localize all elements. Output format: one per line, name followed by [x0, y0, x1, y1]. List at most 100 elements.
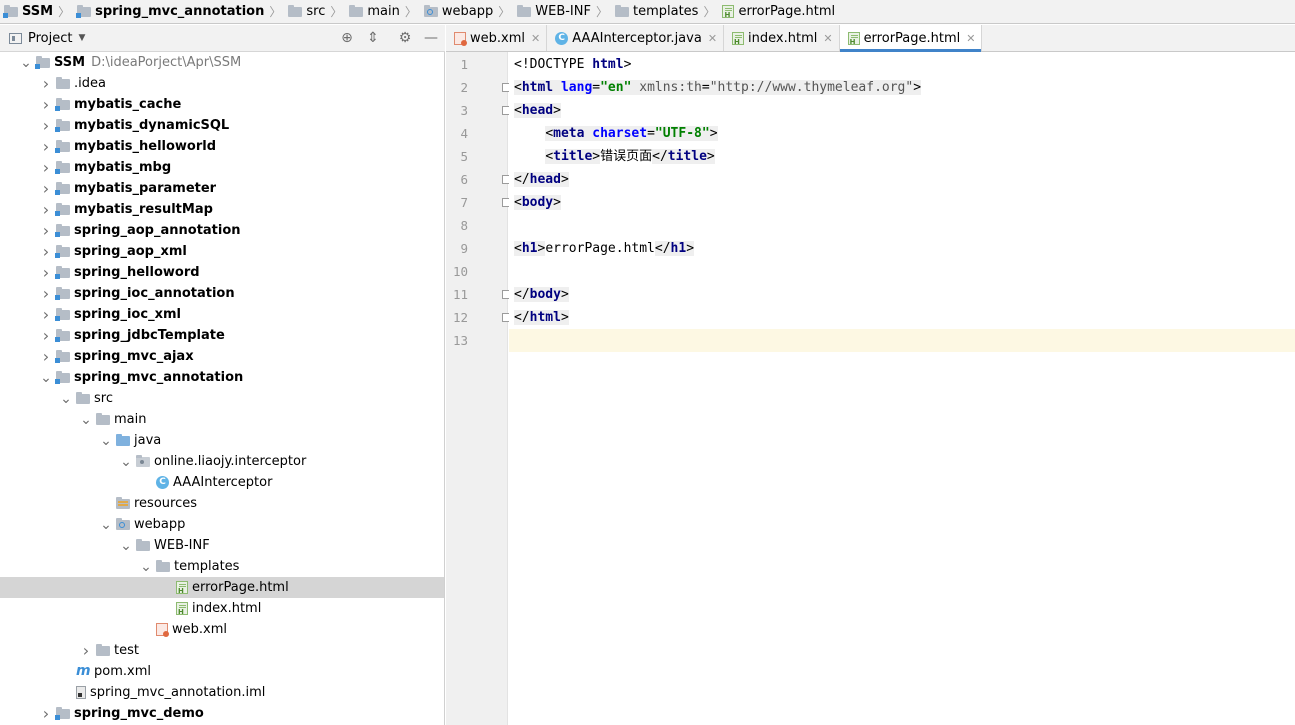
tree-item[interactable]: ⌄ java [0, 430, 444, 451]
minimize-icon[interactable]: — [422, 29, 440, 47]
chevron-right-icon[interactable]: › [38, 326, 54, 345]
project-panel-title[interactable]: Project [28, 31, 72, 46]
code-token: "http://www.thymeleaf.org" [709, 80, 914, 95]
tree-item[interactable]: › test [0, 640, 444, 661]
breadcrumb-item[interactable]: spring_mvc_annotation 〉 [73, 0, 284, 24]
breadcrumb-item[interactable]: templates 〉 [611, 0, 718, 24]
chevron-down-icon[interactable]: ⌄ [118, 455, 134, 469]
tree-item[interactable]: › mybatis_helloworld [0, 136, 444, 157]
chevron-right-icon[interactable]: › [78, 641, 94, 660]
breadcrumb-item[interactable]: main 〉 [345, 0, 420, 24]
breadcrumb-item[interactable]: SSM 〉 [0, 0, 73, 24]
chevron-down-icon[interactable]: ⌄ [58, 392, 74, 406]
tree-item[interactable]: ⌄ SSM D:\ideaPorject\Apr\SSM [0, 52, 444, 73]
chevron-down-icon[interactable]: ⌄ [78, 413, 94, 427]
tree-item[interactable]: ⌄ online.liaojy.interceptor [0, 451, 444, 472]
chevron-right-icon[interactable]: › [38, 284, 54, 303]
tree-item[interactable]: C AAAInterceptor [0, 472, 444, 493]
code-line[interactable]: <h1>errorPage.html</h1> [509, 237, 1295, 260]
tree-item[interactable]: HerrorPage.html [0, 577, 444, 598]
chevron-right-icon[interactable]: › [38, 200, 54, 219]
tree-item[interactable]: › mybatis_mbg [0, 157, 444, 178]
close-icon[interactable]: ✕ [708, 32, 717, 45]
tree-item[interactable]: › spring_helloword [0, 262, 444, 283]
code-line[interactable]: <title>错误页面</title> [509, 145, 1295, 168]
tree-item[interactable]: › spring_aop_annotation [0, 220, 444, 241]
code-line[interactable]: </head> [509, 168, 1295, 191]
chevron-right-icon[interactable]: › [38, 263, 54, 282]
code-token: </ [514, 310, 530, 325]
tree-item[interactable]: › .idea [0, 73, 444, 94]
tree-item[interactable]: › spring_ioc_annotation [0, 283, 444, 304]
code-token: h1 [670, 241, 687, 256]
chevron-down-icon[interactable]: ⌄ [98, 518, 114, 532]
chevron-down-icon[interactable]: ⌄ [38, 371, 54, 385]
chevron-right-icon[interactable]: › [38, 347, 54, 366]
code-line[interactable] [509, 214, 1295, 237]
editor-tab[interactable]: web.xml ✕ [446, 25, 548, 51]
tree-item[interactable]: resources [0, 493, 444, 514]
gear-icon[interactable]: ⚙ [396, 29, 414, 47]
editor-tab[interactable]: C AAAInterceptor.java ✕ [547, 25, 725, 51]
code-token: "en" [600, 80, 632, 95]
breadcrumb-item[interactable]: WEB-INF 〉 [513, 0, 611, 24]
tree-item[interactable]: › spring_mvc_ajax [0, 346, 444, 367]
line-number: 1 [460, 57, 468, 72]
breadcrumb-item[interactable]: HerrorPage.html [718, 0, 835, 24]
code-line[interactable]: <html lang="en" xmlns:th="http://www.thy… [509, 76, 1295, 99]
code-token: </ [514, 287, 530, 302]
close-icon[interactable]: ✕ [531, 32, 540, 45]
tree-item[interactable]: ⌄ templates [0, 556, 444, 577]
tree-item[interactable]: › spring_mvc_demo [0, 703, 444, 724]
close-icon[interactable]: ✕ [823, 32, 832, 45]
chevron-right-icon[interactable]: › [38, 242, 54, 261]
chevron-right-icon[interactable]: › [38, 305, 54, 324]
chevron-right-icon[interactable]: › [38, 179, 54, 198]
chevron-right-icon[interactable]: › [38, 95, 54, 114]
code-line[interactable]: <meta charset="UTF-8"> [509, 122, 1295, 145]
breadcrumb-item[interactable]: src 〉 [284, 0, 345, 24]
chevron-down-icon[interactable]: ⌄ [118, 539, 134, 553]
tree-item[interactable]: ⌄ spring_mvc_annotation [0, 367, 444, 388]
chevron-down-icon[interactable]: ⌄ [138, 560, 154, 574]
chevron-right-icon[interactable]: › [38, 74, 54, 93]
tree-item[interactable]: spring_mvc_annotation.iml [0, 682, 444, 703]
chevron-right-icon[interactable]: › [38, 116, 54, 135]
code-line[interactable] [509, 260, 1295, 283]
chevron-right-icon[interactable]: › [38, 704, 54, 723]
editor-tab[interactable]: HerrorPage.html ✕ [839, 25, 983, 52]
tree-item[interactable]: › spring_jdbcTemplate [0, 325, 444, 346]
code-line[interactable]: <!DOCTYPE html> [509, 53, 1295, 76]
code-line[interactable] [509, 329, 1295, 352]
tree-item[interactable]: ⌄ main [0, 409, 444, 430]
tree-item[interactable]: › spring_aop_xml [0, 241, 444, 262]
chevron-right-icon[interactable]: › [38, 158, 54, 177]
tree-item[interactable]: › mybatis_parameter [0, 178, 444, 199]
breadcrumb-item[interactable]: webapp 〉 [420, 0, 513, 24]
tree-item[interactable]: web.xml [0, 619, 444, 640]
tree-item[interactable]: m pom.xml [0, 661, 444, 682]
tree-item[interactable]: ⌄ src [0, 388, 444, 409]
crosshair-icon[interactable]: ⊕ [338, 29, 356, 47]
tree-item[interactable]: › mybatis_resultMap [0, 199, 444, 220]
tree-item[interactable]: › spring_ioc_xml [0, 304, 444, 325]
tree-item[interactable]: ⌄ webapp [0, 514, 444, 535]
editor-tab[interactable]: Hindex.html ✕ [724, 25, 840, 51]
code-line[interactable]: <head> [509, 99, 1295, 122]
tree-item[interactable]: ⌄ WEB-INF [0, 535, 444, 556]
code-line[interactable]: </html> [509, 306, 1295, 329]
tree-item[interactable]: Hindex.html [0, 598, 444, 619]
tree-item[interactable]: › mybatis_dynamicSQL [0, 115, 444, 136]
collapse-all-icon[interactable]: ⇕ [364, 29, 382, 47]
chevron-down-icon[interactable]: ⌄ [98, 434, 114, 448]
close-icon[interactable]: ✕ [966, 32, 975, 45]
chevron-down-icon[interactable]: ▼ [78, 33, 85, 43]
tree-item-label: AAAInterceptor [173, 475, 273, 490]
code-line[interactable]: </body> [509, 283, 1295, 306]
code-editor[interactable]: <!DOCTYPE html> <html lang="en" xmlns:th=… [509, 52, 1295, 725]
chevron-down-icon[interactable]: ⌄ [18, 56, 34, 70]
code-line[interactable]: <body> [509, 191, 1295, 214]
chevron-right-icon[interactable]: › [38, 137, 54, 156]
tree-item[interactable]: › mybatis_cache [0, 94, 444, 115]
chevron-right-icon[interactable]: › [38, 221, 54, 240]
